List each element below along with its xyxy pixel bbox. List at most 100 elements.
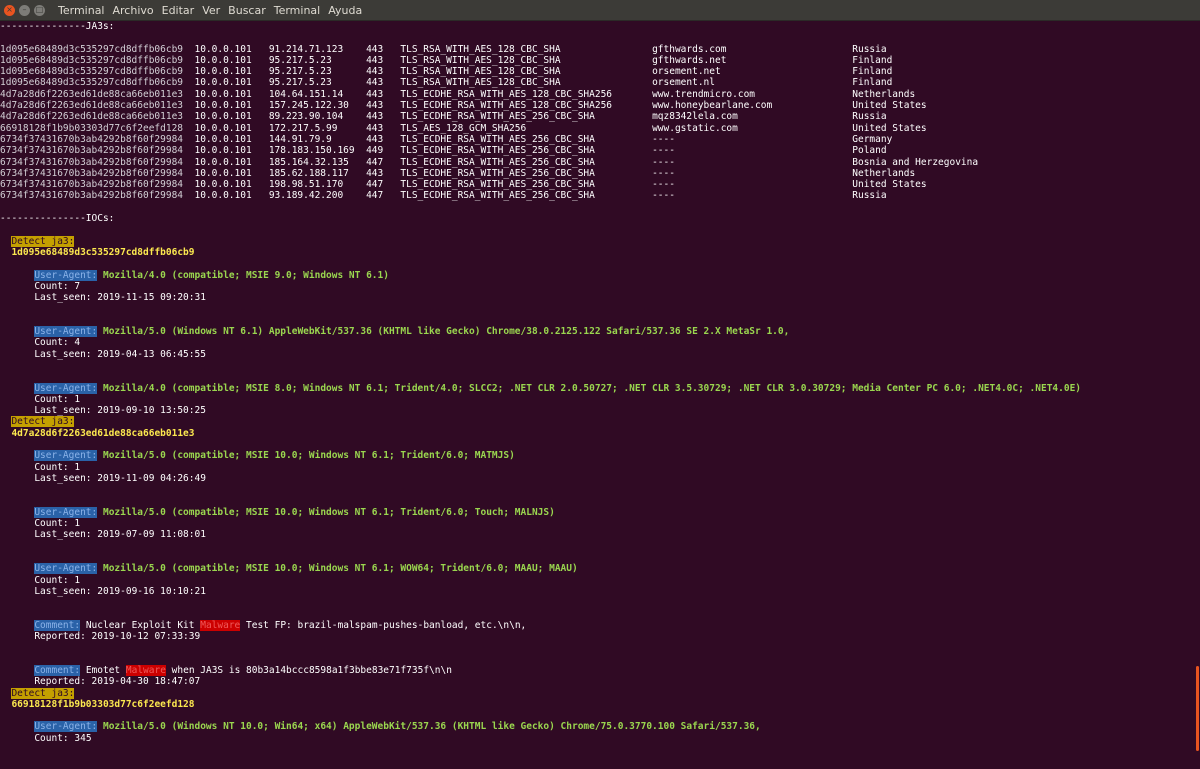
ja3s-header-line: ---------------JA3s: xyxy=(0,21,1192,32)
cipher-suite: TLS_AES_128_GCM_SHA256 xyxy=(400,122,653,134)
count-value: 1 xyxy=(74,574,81,586)
user-agent-label: User-Agent: xyxy=(34,326,98,338)
last-seen-value: 2019-09-16 10:10:21 xyxy=(97,585,206,597)
last-seen-line: Last_seen: 2019-11-15 09:20:31 xyxy=(0,292,1192,303)
iocs-header: ---------------IOCs: xyxy=(0,213,115,225)
menu-buscar[interactable]: Buscar xyxy=(227,4,267,17)
reported-label: Reported: xyxy=(34,676,86,688)
ja3s-table-row: 1d095e68489d3c535297cd8dffb06cb9 10.0.0.… xyxy=(0,55,1192,66)
close-window-button[interactable]: × xyxy=(4,4,15,16)
menu-archivo[interactable]: Archivo xyxy=(112,4,155,17)
destination-port: 447 xyxy=(366,190,401,202)
country: Russia xyxy=(852,190,887,202)
destination-port: 443 xyxy=(366,77,401,89)
ja3s-hash: 1d095e68489d3c535297cd8dffb06cb9 xyxy=(0,54,195,66)
minimize-window-button[interactable]: – xyxy=(19,4,30,16)
detect-ja3-label: Detect ja3: xyxy=(11,416,75,428)
country: United States xyxy=(852,179,927,191)
maximize-window-button[interactable]: □ xyxy=(34,4,45,16)
terminal-output[interactable]: ---------------JA3s: 1d095e68489d3c535297… xyxy=(0,21,1192,769)
country: United States xyxy=(852,100,927,112)
country: Bosnia and Herzegovina xyxy=(852,156,979,168)
source-ip: 10.0.0.101 xyxy=(194,54,269,66)
malware-highlight: Malware xyxy=(200,619,241,631)
user-agent-value: Mozilla/4.0 (compatible; MSIE 9.0; Windo… xyxy=(102,269,389,281)
server-domain: www.trendmicro.com xyxy=(652,88,853,100)
source-ip: 10.0.0.101 xyxy=(194,88,269,100)
menu-ver[interactable]: Ver xyxy=(201,4,221,17)
ja3s-table-row: 1d095e68489d3c535297cd8dffb06cb9 10.0.0.… xyxy=(0,44,1192,55)
ja3s-hash: 4d7a28d6f2263ed61de88ca66eb011e3 xyxy=(0,111,195,123)
destination-ip: 91.214.71.123 xyxy=(268,43,367,55)
last-seen-value: 2019-11-15 09:20:31 xyxy=(97,292,206,304)
cipher-suite: TLS_ECDHE_RSA_WITH_AES_128_CBC_SHA256 xyxy=(400,100,653,112)
destination-ip: 95.217.5.23 xyxy=(268,54,367,66)
user-agent-value: Mozilla/5.0 (compatible; MSIE 10.0; Wind… xyxy=(102,563,578,575)
user-agent-value: Mozilla/5.0 (Windows NT 6.1) AppleWebKit… xyxy=(102,326,790,338)
country: United States xyxy=(852,122,927,134)
server-domain: ---- xyxy=(652,145,853,157)
menu-app-title[interactable]: Terminal xyxy=(57,4,106,17)
menu-editar[interactable]: Editar xyxy=(161,4,196,17)
ja3s-hash: 6734f37431670b3ab4292b8f60f29984 xyxy=(0,156,195,168)
menu-terminal[interactable]: Terminal xyxy=(273,4,322,17)
destination-port: 443 xyxy=(366,66,401,78)
ja3s-hash: 1d095e68489d3c535297cd8dffb06cb9 xyxy=(0,77,195,89)
reported-line: Reported: 2019-04-30 18:47:07 xyxy=(0,676,1192,687)
server-domain: www.gstatic.com xyxy=(652,122,853,134)
destination-ip: 172.217.5.99 xyxy=(268,122,367,134)
ja3s-hash: 4d7a28d6f2263ed61de88ca66eb011e3 xyxy=(0,100,195,112)
last-seen-value: 2019-11-09 04:26:49 xyxy=(97,472,206,484)
user-agent-label: User-Agent: xyxy=(34,721,98,733)
source-ip: 10.0.0.101 xyxy=(194,190,269,202)
user-agent-label: User-Agent: xyxy=(34,382,98,394)
server-domain: gfthwards.com xyxy=(652,43,853,55)
user-agent-label: User-Agent: xyxy=(34,506,98,518)
cipher-suite: TLS_RSA_WITH_AES_128_CBC_SHA xyxy=(400,66,653,78)
close-icon: × xyxy=(6,5,13,14)
source-ip: 10.0.0.101 xyxy=(194,145,269,157)
destination-port: 447 xyxy=(366,156,401,168)
ja3s-table-row: 6734f37431670b3ab4292b8f60f29984 10.0.0.… xyxy=(0,145,1192,156)
ja3s-table-row: 6734f37431670b3ab4292b8f60f29984 10.0.0.… xyxy=(0,134,1192,145)
destination-port: 443 xyxy=(366,111,401,123)
user-agent-line: User-Agent: Mozilla/5.0 (Windows NT 6.1)… xyxy=(0,326,1192,338)
count-label: Count: xyxy=(34,461,69,473)
terminal-scrollbar[interactable] xyxy=(1192,21,1200,769)
country: Netherlands xyxy=(852,88,916,100)
destination-ip: 178.183.150.169 xyxy=(268,145,367,157)
count-label: Count: xyxy=(34,393,69,405)
source-ip: 10.0.0.101 xyxy=(194,122,269,134)
ja3s-hash: 6734f37431670b3ab4292b8f60f29984 xyxy=(0,179,195,191)
destination-ip: 93.189.42.200 xyxy=(268,190,367,202)
comment-text: when JA3S is 80b3a14bccc8598a1f3bbe83e71… xyxy=(171,664,452,676)
user-agent-line: User-Agent: Mozilla/4.0 (compatible; MSI… xyxy=(0,269,1192,281)
count-label: Count: xyxy=(34,574,69,586)
country: Russia xyxy=(852,43,887,55)
server-domain: ---- xyxy=(652,179,853,191)
user-agent-line: User-Agent: Mozilla/5.0 (compatible; MSI… xyxy=(0,506,1192,518)
reported-line: Reported: 2019-10-12 07:33:39 xyxy=(0,631,1192,642)
server-domain: ---- xyxy=(652,133,853,145)
scrollbar-thumb[interactable] xyxy=(1196,666,1199,751)
menu-ayuda[interactable]: Ayuda xyxy=(327,4,363,17)
last-seen-line: Last_seen: 2019-09-10 13:50:25 xyxy=(0,405,1192,416)
ja3s-table-row: 1d095e68489d3c535297cd8dffb06cb9 10.0.0.… xyxy=(0,77,1192,88)
last-seen-label: Last_seen: xyxy=(34,348,92,360)
window-controls: × – □ xyxy=(4,4,45,16)
